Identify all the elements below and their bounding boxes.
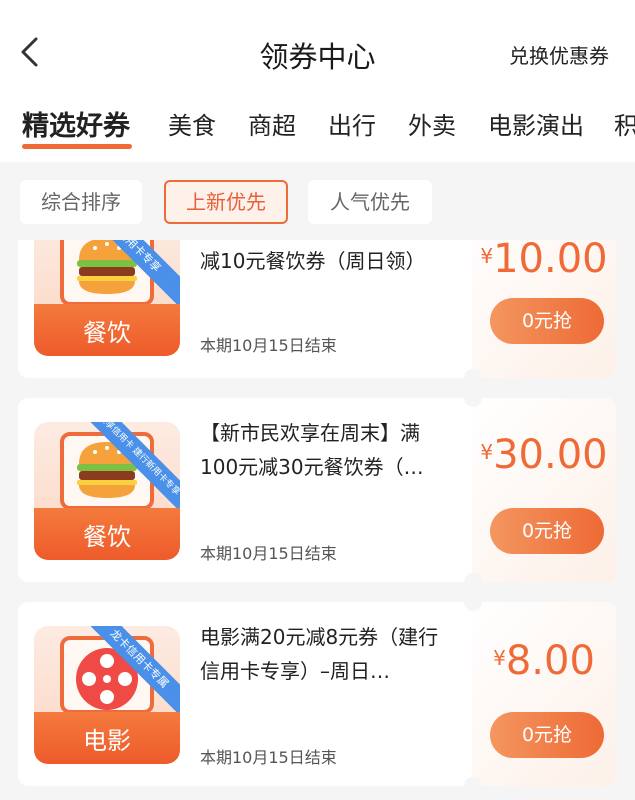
tab-food[interactable]: 美食: [168, 106, 216, 141]
coupon-card: 欢享信用卡 建行新用卡专享 餐饮 【新市民欢享在周末】满100元减30元餐饮券（…: [18, 398, 616, 582]
coupon-amount: 8.00: [505, 638, 595, 684]
coupon-end-date: 本期10月15日结束: [200, 748, 337, 767]
coupon-thumbnail: 信用卡专享 餐饮: [34, 240, 180, 356]
coupon-thumbnail: 龙卡信用卡专属 电影: [34, 626, 180, 764]
coupon-end-date: 本期10月15日结束: [200, 544, 337, 563]
sort-comprehensive[interactable]: 综合排序: [20, 180, 142, 224]
category-label: 电影: [83, 727, 131, 755]
exchange-coupon-link[interactable]: 兑换优惠券: [509, 40, 609, 69]
grab-button[interactable]: 0元抢: [490, 508, 604, 554]
category-tabs: 精选好券 美食 商超 出行 外卖 电影演出 积: [0, 100, 635, 162]
tab-movies-shows[interactable]: 电影演出: [488, 106, 584, 141]
coupon-price: ¥30.00: [472, 432, 616, 478]
tab-travel[interactable]: 出行: [328, 106, 376, 141]
coupon-price: ¥10.00: [472, 240, 616, 282]
sort-newest-first[interactable]: 上新优先: [164, 180, 288, 224]
currency-symbol: ¥: [480, 440, 494, 464]
coupon-card: 龙卡信用卡专属 电影 电影满20元减8元券（建行信用卡专享）–周日… 本期10月…: [18, 602, 616, 786]
sort-popular-first[interactable]: 人气优先: [308, 180, 432, 224]
grab-button[interactable]: 0元抢: [490, 298, 604, 344]
coupon-end-date: 本期10月15日结束: [200, 336, 337, 355]
tab-featured-coupons[interactable]: 精选好券: [22, 104, 130, 143]
coupon-price-panel: [472, 602, 616, 786]
active-tab-indicator: [22, 144, 132, 149]
tab-points[interactable]: 积: [614, 106, 635, 141]
coupon-amount: 30.00: [493, 432, 608, 478]
header-bar: 领券中心 兑换优惠券: [0, 0, 635, 100]
sort-filters: 综合排序 上新优先 人气优先: [0, 162, 635, 240]
tab-supermarket[interactable]: 商超: [248, 106, 296, 141]
coupon-card: 信用卡专享 餐饮 减10元餐饮券（周日领） 本期10月15日结束 ¥10.00 …: [18, 240, 616, 378]
coupon-price: ¥8.00: [472, 638, 616, 684]
coupon-list[interactable]: 信用卡专享 餐饮 减10元餐饮券（周日领） 本期10月15日结束 ¥10.00 …: [0, 240, 635, 800]
coupon-thumbnail: 欢享信用卡 建行新用卡专享 餐饮: [34, 422, 180, 560]
coupon-amount: 10.00: [493, 240, 608, 282]
currency-symbol: ¥: [480, 244, 494, 268]
tab-takeout[interactable]: 外卖: [408, 106, 456, 141]
category-label: 餐饮: [83, 523, 131, 551]
coupon-price-panel: [472, 398, 616, 582]
coupon-title: 减10元餐饮券（周日领）: [200, 249, 426, 273]
coupon-title: 电影满20元减8元券（建行信用卡专享）–周日…: [200, 625, 439, 683]
currency-symbol: ¥: [493, 646, 506, 670]
coupon-title: 【新市民欢享在周末】满100元减30元餐饮券（…: [200, 421, 424, 479]
category-label: 餐饮: [83, 319, 131, 347]
grab-button[interactable]: 0元抢: [490, 712, 604, 758]
